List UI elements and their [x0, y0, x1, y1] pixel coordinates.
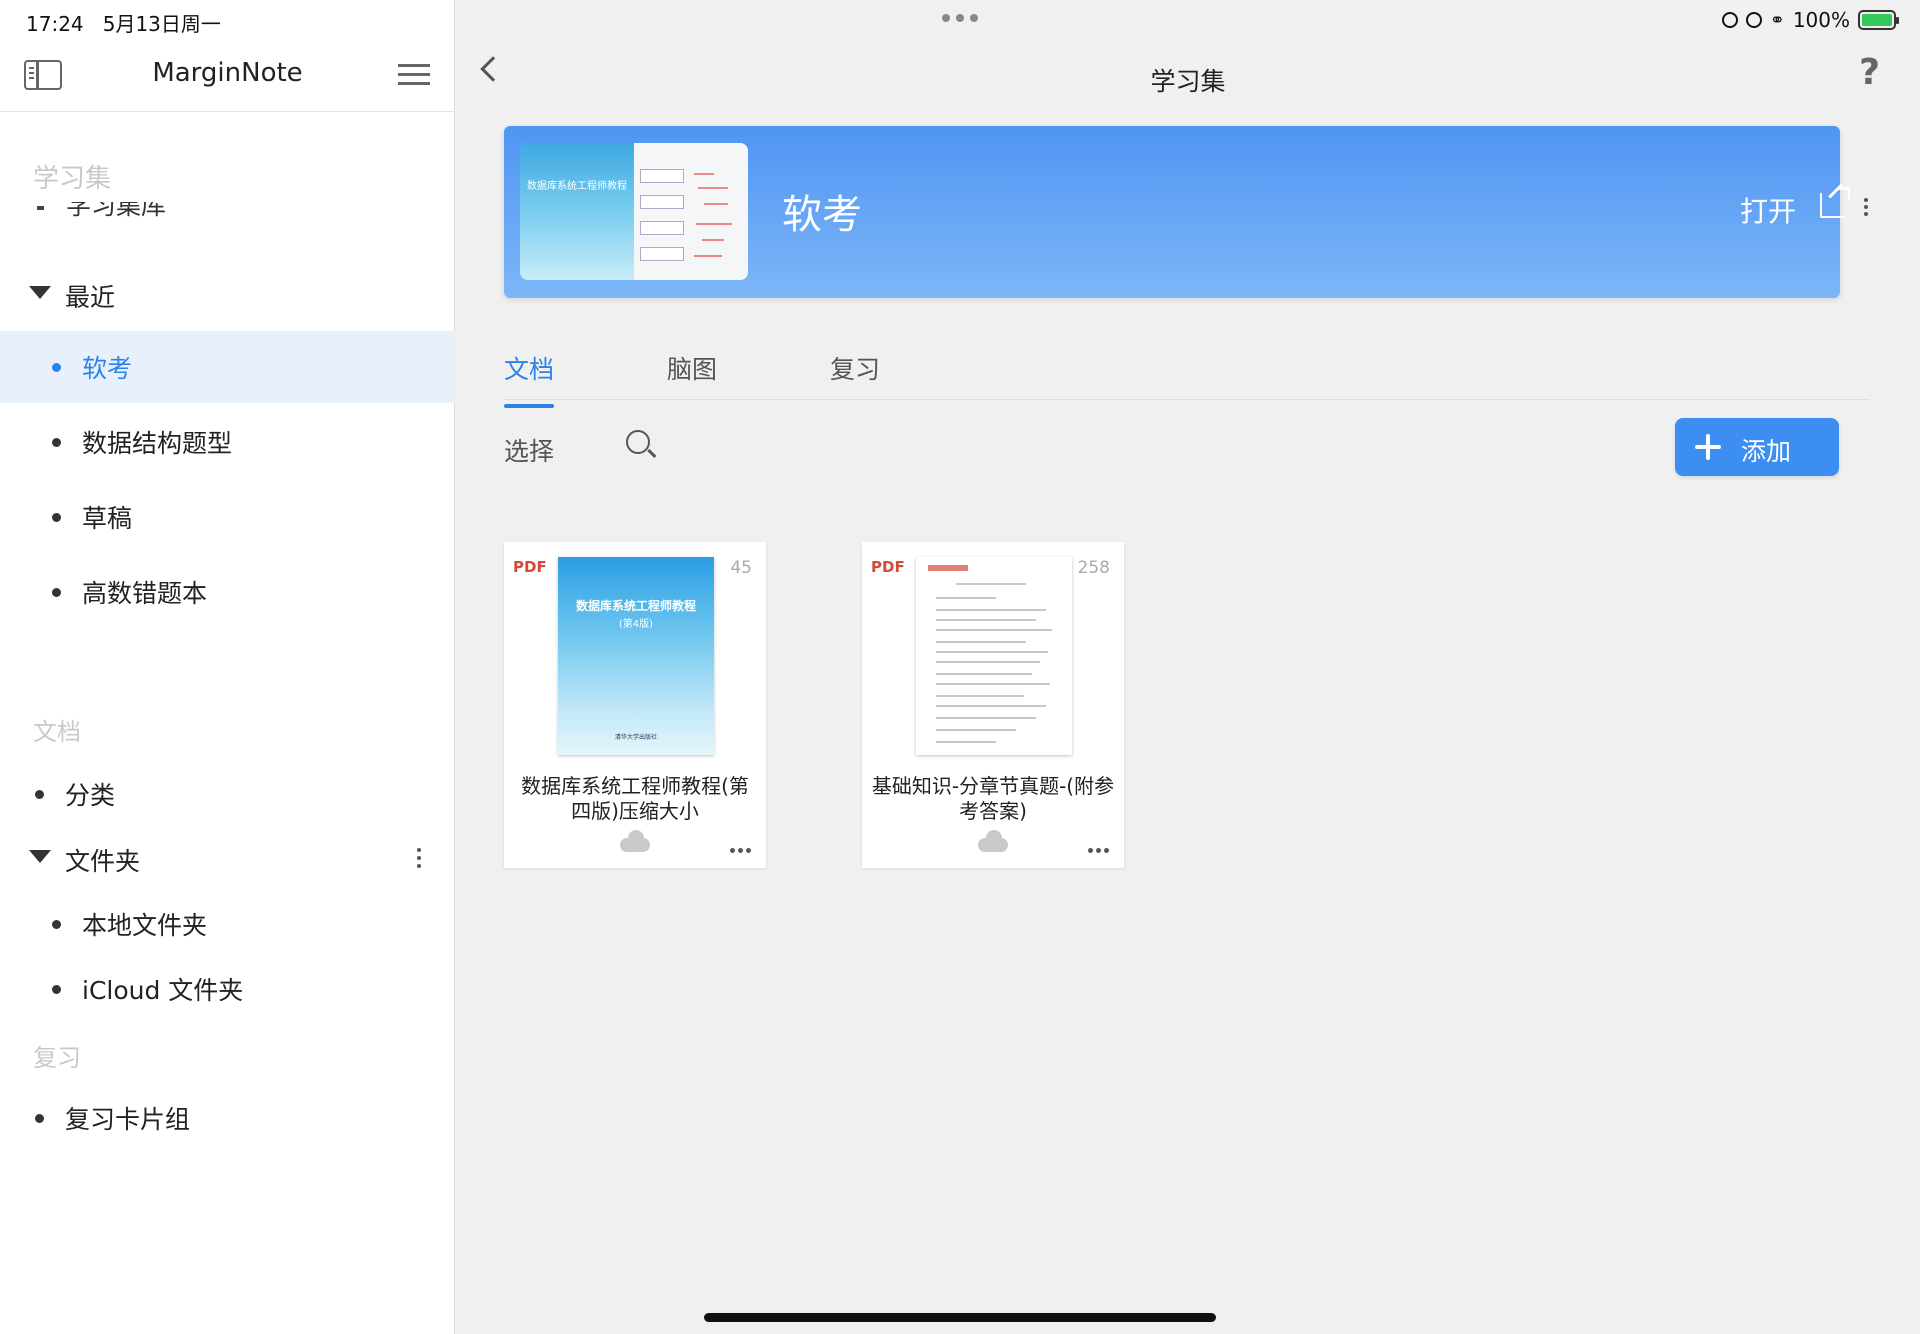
sidebar-item-review-decks[interactable]: 复习卡片组 [0, 1082, 455, 1154]
date: 5月13日周一 [102, 12, 221, 36]
study-set-thumbnail: 数据库系统工程师教程 [520, 143, 748, 280]
status-bar-right: ⚭ 100% [1721, 6, 1899, 34]
select-button[interactable]: 选择 [504, 432, 554, 468]
bullet-icon [35, 1114, 44, 1123]
bullet-icon [52, 363, 61, 372]
triangle-down-icon[interactable] [29, 286, 51, 299]
sidebar-item-category[interactable]: 分类 [0, 758, 455, 830]
hamburger-menu-icon[interactable] [398, 64, 430, 86]
document-name: 数据库系统工程师教程(第四版)压缩大小 [521, 774, 749, 823]
document-name: 基础知识-分章节真题-(附参考答案) [871, 774, 1115, 823]
file-type-badge: PDF [513, 558, 547, 576]
thumb-cover-title: 数据库系统工程师教程 [527, 181, 627, 192]
bullet-icon [35, 790, 44, 799]
recent-label: 最近 [65, 283, 116, 312]
study-set-title: 软考 [782, 192, 862, 238]
sidebar: 17:24 5月13日周一 MarginNote 学习集 学习集库 最近 软考 … [0, 0, 455, 1334]
section-documents: 文档 [33, 718, 81, 746]
cover-title: 数据库系统工程师教程 [575, 599, 696, 613]
tab-review[interactable]: 复习 [830, 350, 880, 398]
more-options-icon[interactable] [1088, 848, 1110, 853]
add-button[interactable]: 添加 [1675, 418, 1839, 476]
bullet-icon [52, 985, 61, 994]
battery-icon [1858, 10, 1899, 30]
cover-publisher: 清华大学出版社 [614, 734, 657, 741]
banner-more-options-icon[interactable] [1864, 198, 1868, 218]
more-options-icon[interactable] [730, 848, 752, 853]
sidebar-item-label: 高数错题本 [82, 579, 208, 608]
bullet-icon [52, 588, 61, 597]
home-indicator[interactable] [704, 1313, 1216, 1322]
cloud-icon [978, 830, 1008, 852]
document-card[interactable]: PDF 258 基础知识-分章节真题-(附参考答案) [862, 542, 1124, 868]
time: 17:24 [26, 12, 84, 36]
page-title: 学习集 [1150, 67, 1226, 96]
sidebar-item-label: iCloud 文件夹 [82, 976, 244, 1005]
sidebar-item-icloud-folder[interactable]: iCloud 文件夹 [0, 953, 455, 1025]
folders-label: 文件夹 [65, 847, 141, 876]
more-options-icon[interactable] [417, 848, 421, 868]
triangle-down-icon[interactable] [29, 850, 51, 863]
battery-percent: 100% [1792, 8, 1850, 32]
sidebar-item-label: 软考 [82, 354, 133, 383]
cover-subtitle: (第4版) [618, 619, 654, 630]
page-count: 45 [730, 558, 752, 578]
file-type-badge: PDF [871, 558, 905, 576]
sidebar-item-label: 分类 [65, 781, 116, 810]
mindmap-preview [634, 143, 748, 280]
alarm-icon [1745, 12, 1762, 28]
section-study-sets: 学习集 [33, 164, 112, 194]
tab-mindmap[interactable]: 脑图 [667, 350, 717, 398]
plus-icon [1695, 434, 1721, 460]
sidebar-item-label: 本地文件夹 [82, 911, 208, 940]
section-review: 复习 [33, 1044, 81, 1072]
bullet-icon [52, 920, 61, 929]
bullet-icon [52, 513, 61, 522]
search-icon[interactable] [626, 430, 650, 454]
sidebar-item-math-mistakes[interactable]: 高数错题本 [0, 556, 455, 628]
sidebar-item-local-folder[interactable]: 本地文件夹 [0, 888, 455, 960]
help-icon[interactable]: ? [1859, 52, 1880, 93]
sidebar-item-draft[interactable]: 草稿 [0, 481, 455, 553]
sidebar-item-label: 复习卡片组 [65, 1105, 191, 1134]
multitasking-dots-icon[interactable] [942, 14, 982, 24]
sidebar-item-study-set-library[interactable]: 学习集库 [0, 202, 455, 222]
sidebar-item-label: 数据结构题型 [82, 429, 233, 458]
document-preview [916, 557, 1072, 755]
study-set-banner[interactable]: 数据库系统工程师教程 软考 打开 [504, 126, 1850, 298]
add-button-label: 添加 [1741, 437, 1792, 466]
main-panel: ⚭ 100% 学习集 ? 数据库系统工程师教程 软考 打开 文档 脑图 复习 选… [456, 0, 1920, 1334]
sidebar-header: MarginNote [0, 50, 455, 112]
link-icon [1721, 12, 1738, 28]
external-link-icon[interactable] [1820, 183, 1850, 218]
status-time: 17:24 5月13日周一 [26, 8, 221, 37]
sidebar-item-data-structure[interactable]: 数据结构题型 [0, 406, 455, 478]
sidebar-item-ruankao[interactable]: 软考 [0, 331, 455, 403]
tab-documents[interactable]: 文档 [504, 350, 555, 408]
open-button[interactable]: 打开 [1740, 190, 1796, 230]
page-count: 258 [1077, 558, 1110, 578]
bullet-icon [52, 438, 61, 447]
sidebar-item-label: 草稿 [82, 504, 133, 533]
cloud-icon [620, 830, 650, 852]
app-title: MarginNote [152, 58, 303, 88]
document-card[interactable]: PDF 45 数据库系统工程师教程 (第4版) 清华大学出版社 数据库系统工程师… [504, 542, 766, 868]
tab-bar: 文档 脑图 复习 [504, 350, 1870, 408]
document-cover: 数据库系统工程师教程 (第4版) 清华大学出版社 [558, 557, 714, 755]
headphones-icon: ⚭ [1769, 9, 1785, 31]
